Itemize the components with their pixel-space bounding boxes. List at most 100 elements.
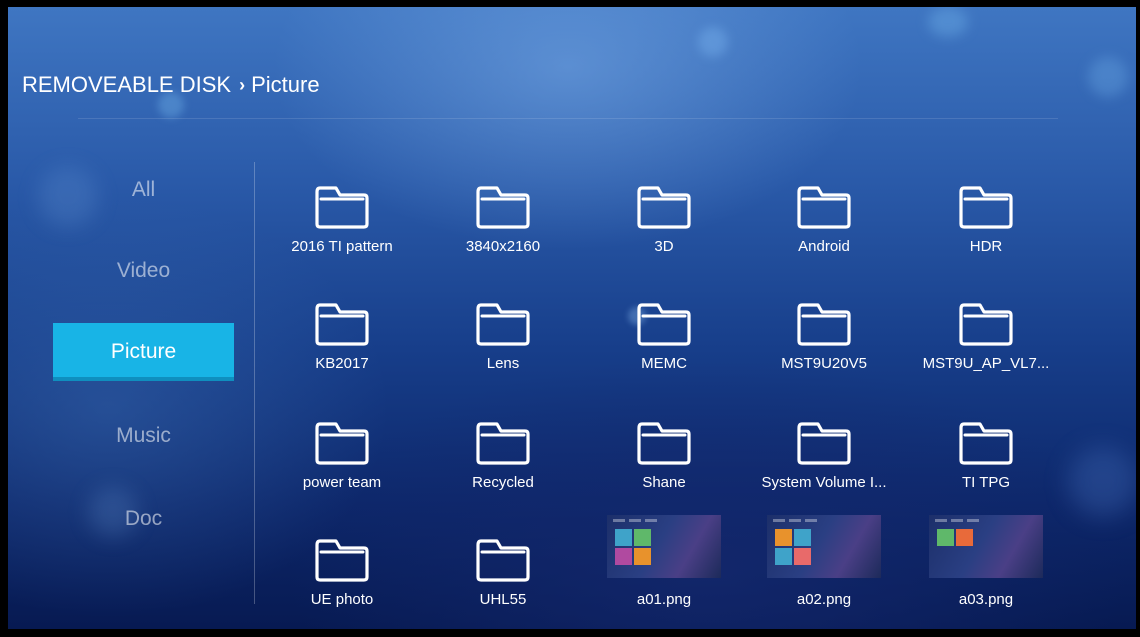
file-name: a02.png bbox=[796, 591, 852, 608]
folder-icon-shape bbox=[959, 185, 1013, 229]
folder-icon bbox=[588, 284, 740, 359]
thumbnail-tile bbox=[775, 548, 792, 565]
folder-icon bbox=[266, 403, 418, 478]
bokeh-light bbox=[928, 7, 968, 37]
folder-icon-shape bbox=[315, 421, 369, 465]
file-name: a01.png bbox=[636, 591, 692, 608]
sidebar-item-label: Music bbox=[116, 424, 171, 447]
sidebar-item-doc[interactable]: Doc bbox=[53, 490, 234, 548]
folder-icon bbox=[748, 403, 900, 478]
folder-icon bbox=[266, 284, 418, 359]
sidebar-item-video[interactable]: Video bbox=[53, 242, 234, 300]
folder-icon bbox=[266, 520, 418, 595]
thumbnail-tile bbox=[794, 548, 811, 565]
folder-item[interactable]: 3D bbox=[588, 162, 740, 272]
sidebar-item-music[interactable]: Music bbox=[53, 407, 234, 465]
folder-icon bbox=[748, 167, 900, 242]
folder-item[interactable]: Lens bbox=[427, 279, 579, 389]
folder-icon-shape bbox=[637, 302, 691, 346]
folder-icon bbox=[427, 520, 579, 595]
thumbnail-tile bbox=[794, 529, 811, 546]
folder-item[interactable]: MST9U20V5 bbox=[748, 279, 900, 389]
folder-name: UE photo bbox=[310, 591, 374, 608]
folder-icon-shape bbox=[797, 185, 851, 229]
breadcrumb: REMOVEABLE DISK › Picture bbox=[22, 71, 320, 99]
folder-item[interactable]: 3840x2160 bbox=[427, 162, 579, 272]
folder-item[interactable]: HDR bbox=[910, 162, 1062, 272]
breadcrumb-current: Picture bbox=[251, 72, 320, 97]
folder-name: 3840x2160 bbox=[465, 238, 541, 255]
sidebar-item-label: Picture bbox=[110, 340, 177, 363]
folder-item[interactable]: UHL55 bbox=[427, 515, 579, 625]
folder-icon-shape bbox=[315, 538, 369, 582]
folder-icon bbox=[427, 167, 579, 242]
folder-icon bbox=[266, 167, 418, 242]
folder-item[interactable]: System Volume I... bbox=[748, 398, 900, 508]
folder-icon-shape bbox=[797, 421, 851, 465]
folder-icon bbox=[910, 167, 1062, 242]
folder-icon bbox=[748, 284, 900, 359]
bokeh-light bbox=[1068, 447, 1136, 517]
thumbnail-tile bbox=[634, 548, 651, 565]
folder-icon bbox=[588, 403, 740, 478]
folder-icon bbox=[910, 284, 1062, 359]
image-preview bbox=[767, 515, 881, 578]
breadcrumb-root[interactable]: REMOVEABLE DISK bbox=[22, 72, 231, 98]
image-file-item[interactable]: a02.png bbox=[748, 515, 900, 625]
folder-name: power team bbox=[302, 474, 382, 491]
folder-name: Android bbox=[798, 238, 850, 255]
sidebar-divider bbox=[254, 162, 255, 604]
folder-name: UHL55 bbox=[479, 591, 527, 608]
folder-icon bbox=[910, 403, 1062, 478]
sidebar-item-all[interactable]: All bbox=[53, 161, 234, 219]
folder-icon-shape bbox=[637, 185, 691, 229]
folder-icon bbox=[588, 167, 740, 242]
folder-item[interactable]: UE photo bbox=[266, 515, 418, 625]
folder-item[interactable]: Recycled bbox=[427, 398, 579, 508]
folder-item[interactable]: power team bbox=[266, 398, 418, 508]
folder-name: System Volume I... bbox=[761, 474, 887, 491]
folder-icon-shape bbox=[476, 302, 530, 346]
folder-icon bbox=[427, 284, 579, 359]
image-thumbnail bbox=[748, 515, 900, 590]
image-thumbnail bbox=[588, 515, 740, 590]
folder-name: 2016 TI pattern bbox=[291, 238, 393, 255]
sidebar-item-picture[interactable]: Picture bbox=[53, 323, 234, 381]
bokeh-light bbox=[1088, 57, 1128, 97]
folder-icon bbox=[427, 403, 579, 478]
folder-item[interactable]: Shane bbox=[588, 398, 740, 508]
folder-item[interactable]: MST9U_AP_VL7... bbox=[910, 279, 1062, 389]
folder-item[interactable]: 2016 TI pattern bbox=[266, 162, 418, 272]
folder-icon-shape bbox=[476, 185, 530, 229]
folder-icon-shape bbox=[476, 538, 530, 582]
folder-item[interactable]: MEMC bbox=[588, 279, 740, 389]
bokeh-light bbox=[698, 27, 728, 57]
folder-icon-shape bbox=[315, 185, 369, 229]
sidebar-item-label: Video bbox=[116, 259, 171, 282]
folder-name: KB2017 bbox=[315, 355, 369, 372]
folder-item[interactable]: KB2017 bbox=[266, 279, 418, 389]
folder-icon-shape bbox=[476, 421, 530, 465]
image-preview bbox=[607, 515, 721, 578]
folder-icon-shape bbox=[959, 421, 1013, 465]
folder-name: 3D bbox=[654, 238, 674, 255]
thumbnail-tile bbox=[634, 529, 651, 546]
thumbnail-tile bbox=[615, 529, 632, 546]
folder-name: TI TPG bbox=[961, 474, 1011, 491]
image-file-item[interactable]: a03.png bbox=[910, 515, 1062, 625]
file-browser-screen: REMOVEABLE DISK › Picture All Video Pict… bbox=[8, 7, 1136, 629]
sidebar-item-label: All bbox=[131, 178, 156, 201]
folder-item[interactable]: TI TPG bbox=[910, 398, 1062, 508]
image-thumbnail bbox=[910, 515, 1062, 590]
image-preview bbox=[929, 515, 1043, 578]
folder-name: HDR bbox=[969, 238, 1003, 255]
image-file-item[interactable]: a01.png bbox=[588, 515, 740, 625]
folder-name: Recycled bbox=[472, 474, 534, 491]
folder-item[interactable]: Android bbox=[748, 162, 900, 272]
folder-name: Shane bbox=[642, 474, 686, 491]
breadcrumb-separator-icon: › bbox=[239, 74, 246, 95]
folder-name: MST9U20V5 bbox=[781, 355, 867, 372]
thumbnail-tile bbox=[775, 529, 792, 546]
header-divider bbox=[78, 118, 1058, 119]
folder-name: MEMC bbox=[641, 355, 687, 372]
